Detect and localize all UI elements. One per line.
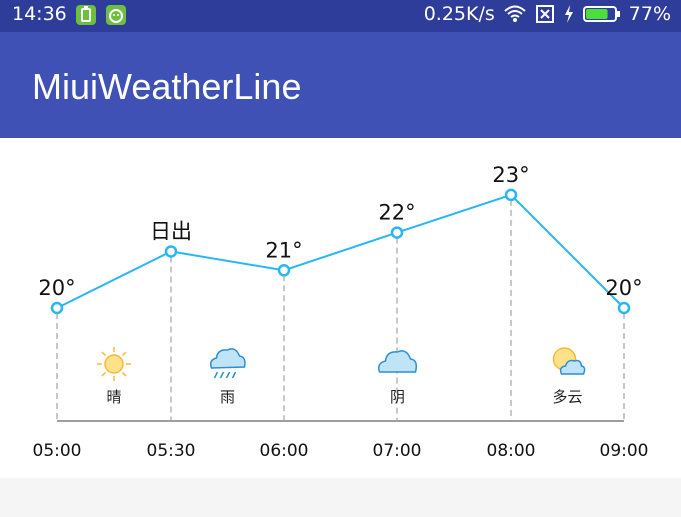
weather-label: 雨 [220, 388, 235, 406]
partly-cloudy-icon [552, 347, 586, 375]
time-tick-label: 06:00 [260, 441, 309, 461]
temperature-label: 21° [265, 238, 302, 262]
time-tick-label: 08:00 [487, 441, 536, 461]
wifi-icon [504, 5, 526, 22]
android-app-icon [106, 5, 126, 25]
temperature-label: 23° [492, 163, 529, 187]
temperature-point [277, 264, 291, 277]
time-tick-label: 07:00 [373, 441, 422, 461]
temperature-point [164, 245, 178, 258]
weather-label: 阴 [390, 388, 405, 406]
temperature-point [50, 301, 64, 315]
sim-off-icon [535, 5, 554, 23]
battery-icon [582, 6, 620, 22]
weather-line-chart: 20° 日出 21° 22° 23° 20° 05:00 05:30 06:00 07:00 08:… [33, 163, 649, 461]
cloud-icon [378, 350, 418, 373]
temperature-label: 日出 [150, 219, 192, 243]
weather-chart-card: 20° 日出 21° 22° 23° 20° 05:00 05:30 06:00 07:00 08:… [0, 138, 681, 478]
temperature-point [617, 301, 631, 315]
sun-icon [97, 347, 131, 381]
time-tick-label: 05:30 [147, 441, 196, 461]
temperature-label: 22° [378, 201, 415, 225]
charging-icon [564, 5, 573, 23]
status-time: 14:36 [12, 3, 67, 25]
time-tick-label: 09:00 [600, 441, 649, 461]
weather-label: 多云 [552, 388, 582, 406]
temperature-point [390, 226, 404, 239]
weather-label: 晴 [106, 388, 121, 406]
network-speed: 0.25K/s [423, 3, 495, 25]
status-bar: 14:36 0.25K/s 77% [0, 0, 681, 32]
app-title: MiuiWeatherLine [32, 66, 302, 107]
temperature-point [504, 188, 518, 202]
temperature-line [56, 193, 625, 309]
rain-cloud-icon [209, 348, 246, 379]
temperature-label: 20° [605, 276, 642, 300]
time-tick-label: 05:00 [33, 441, 82, 461]
battery-app-icon [76, 5, 96, 25]
temperature-label: 20° [38, 276, 75, 300]
battery-percent: 77% [628, 3, 671, 25]
app-bar: MiuiWeatherLine [0, 32, 681, 138]
